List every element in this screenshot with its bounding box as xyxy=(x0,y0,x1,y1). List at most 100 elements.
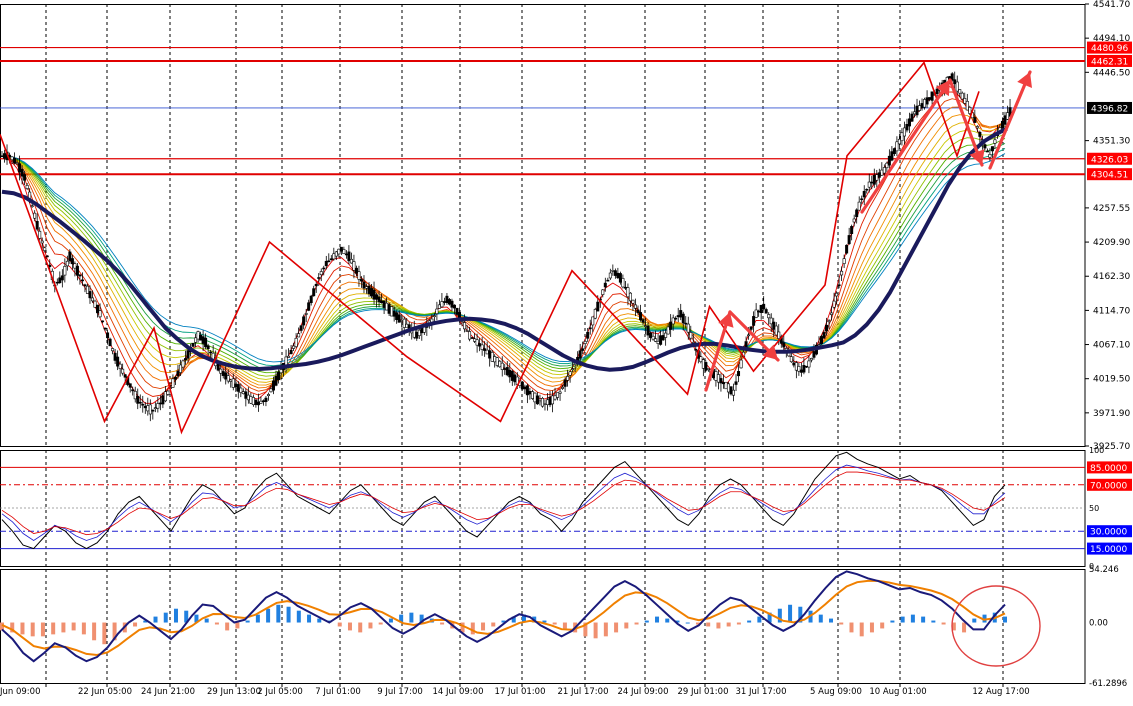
candle-body-70-2 xyxy=(533,392,537,403)
candle-body-118-0 xyxy=(890,151,894,161)
candle-body-73-2 xyxy=(556,392,560,398)
macd-bar-9 xyxy=(92,622,97,641)
candle-body-96-0 xyxy=(724,381,728,390)
candle-body-42-2 xyxy=(322,267,326,270)
candle-body-84-1 xyxy=(636,309,640,314)
candle-body-121-0 xyxy=(913,111,917,115)
candle-body-23-2 xyxy=(178,364,182,373)
macd-bar-28 xyxy=(286,606,291,623)
candle-body-73-1 xyxy=(553,395,557,400)
candle-body-38-2 xyxy=(292,345,296,349)
candle-body-93-2 xyxy=(706,368,710,370)
macd-bar-26 xyxy=(266,608,271,623)
time-label-11: 29 Jul 01:00 xyxy=(678,687,729,697)
time-label-0: Jun 09:00 xyxy=(0,687,40,697)
candle-body-110-2 xyxy=(835,292,839,297)
macd-bar-94 xyxy=(962,622,967,633)
candle-body-105-0 xyxy=(792,362,796,366)
candle-body-49-1 xyxy=(372,289,376,300)
candle-body-82-2 xyxy=(623,286,627,289)
candle-body-4-1 xyxy=(33,212,37,219)
candle-body-86-0 xyxy=(649,332,653,338)
candle-body-37-0 xyxy=(279,369,283,374)
macd-tick-label-1: 0.00 xyxy=(1089,619,1108,629)
candle-body-62-1 xyxy=(470,337,474,339)
candle-body-102-2 xyxy=(774,325,778,336)
candle-body-18-1 xyxy=(138,401,142,404)
candle-body-2-2 xyxy=(20,168,24,177)
candle-body-3-0 xyxy=(23,174,27,181)
candle-body-15-0 xyxy=(113,352,117,361)
time-label-9: 21 Jul 17:00 xyxy=(558,687,609,697)
candle-body-69-2 xyxy=(525,385,529,396)
candle-body-91-1 xyxy=(689,332,693,339)
candle-body-82-0 xyxy=(618,273,622,283)
candle-body-35-2 xyxy=(269,388,273,393)
candle-body-26-0 xyxy=(196,331,200,340)
candle-body-24-0 xyxy=(181,360,185,368)
candle-body-106-1 xyxy=(802,365,806,373)
macd-bar-27 xyxy=(276,604,281,623)
candle-body-75-0 xyxy=(566,376,570,381)
candle-body-16-0 xyxy=(121,368,125,374)
trading-chart[interactable]: 4541.704494.104446.504351.304257.554209.… xyxy=(0,0,1133,702)
price-tick-label-3: 4351.30 xyxy=(1093,137,1130,147)
candle-body-74-1 xyxy=(561,386,565,389)
price-tick-label-9: 4019.50 xyxy=(1093,375,1130,385)
candle-body-75-2 xyxy=(571,368,575,371)
candle-body-117-0 xyxy=(882,167,886,174)
candle-body-129-1 xyxy=(975,126,979,129)
macd-bar-36 xyxy=(368,622,373,629)
candle-body-117-2 xyxy=(887,155,891,166)
candle-body-122-0 xyxy=(920,103,924,109)
candle-body-46-0 xyxy=(347,251,351,262)
price-tick-label-5: 4209.90 xyxy=(1093,238,1130,248)
candle-body-60-1 xyxy=(455,308,459,315)
candle-body-120-0 xyxy=(905,124,909,131)
candle-body-5-2 xyxy=(43,247,47,251)
candle-body-18-0 xyxy=(136,396,140,404)
candle-body-48-1 xyxy=(364,286,368,289)
candle-body-45-0 xyxy=(339,246,343,252)
candle-body-31-2 xyxy=(239,387,243,393)
candle-body-21-1 xyxy=(161,395,165,405)
candle-body-44-0 xyxy=(332,253,336,260)
candle-body-78-1 xyxy=(591,316,595,326)
candle-body-49-0 xyxy=(370,288,374,297)
candle-body-64-0 xyxy=(483,348,487,351)
candle-body-88-1 xyxy=(666,326,670,335)
candle-body-108-2 xyxy=(819,336,823,345)
candle-body-110-1 xyxy=(832,300,836,308)
candle-body-126-2 xyxy=(955,81,959,92)
macd-bar-60 xyxy=(614,622,619,633)
candle-body-107-0 xyxy=(807,360,811,368)
candle-body-81-1 xyxy=(613,270,617,276)
macd-bar-31 xyxy=(317,618,322,623)
osc-tick-label-1: 50 xyxy=(1089,504,1099,513)
candle-body-43-2 xyxy=(329,258,333,261)
candle-body-91-0 xyxy=(686,323,690,333)
candle-body-72-0 xyxy=(543,403,547,405)
candle-body-110-0 xyxy=(830,312,834,315)
candle-body-50-1 xyxy=(380,300,384,304)
macd-bar-10 xyxy=(102,622,107,645)
candle-body-130-1 xyxy=(983,144,987,149)
time-label-5: 7 Jul 01:00 xyxy=(315,687,361,697)
macd-bar-74 xyxy=(757,616,762,623)
candle-body-129-2 xyxy=(978,131,982,137)
candle-body-113-1 xyxy=(855,209,859,218)
candle-body-85-0 xyxy=(641,319,645,323)
macd-bar-16 xyxy=(163,612,168,623)
price-label-2: 4396.82 xyxy=(1091,104,1128,114)
chart-window[interactable]: 4541.70 4494.10 4446.50 4351.30 4257.55 4209.… xyxy=(0,0,1133,702)
candle-body-79-2 xyxy=(601,289,605,295)
candle-body-29-1 xyxy=(221,371,225,376)
candle-body-120-1 xyxy=(907,118,911,127)
candle-body-40-1 xyxy=(304,313,308,315)
osc-level-label-1: 70.0000 xyxy=(1090,481,1127,491)
candle-body-33-0 xyxy=(249,396,253,404)
candle-body-92-2 xyxy=(699,356,703,363)
candle-body-50-0 xyxy=(377,296,381,303)
candle-body-128-1 xyxy=(968,107,972,114)
candle-body-31-0 xyxy=(234,383,238,388)
